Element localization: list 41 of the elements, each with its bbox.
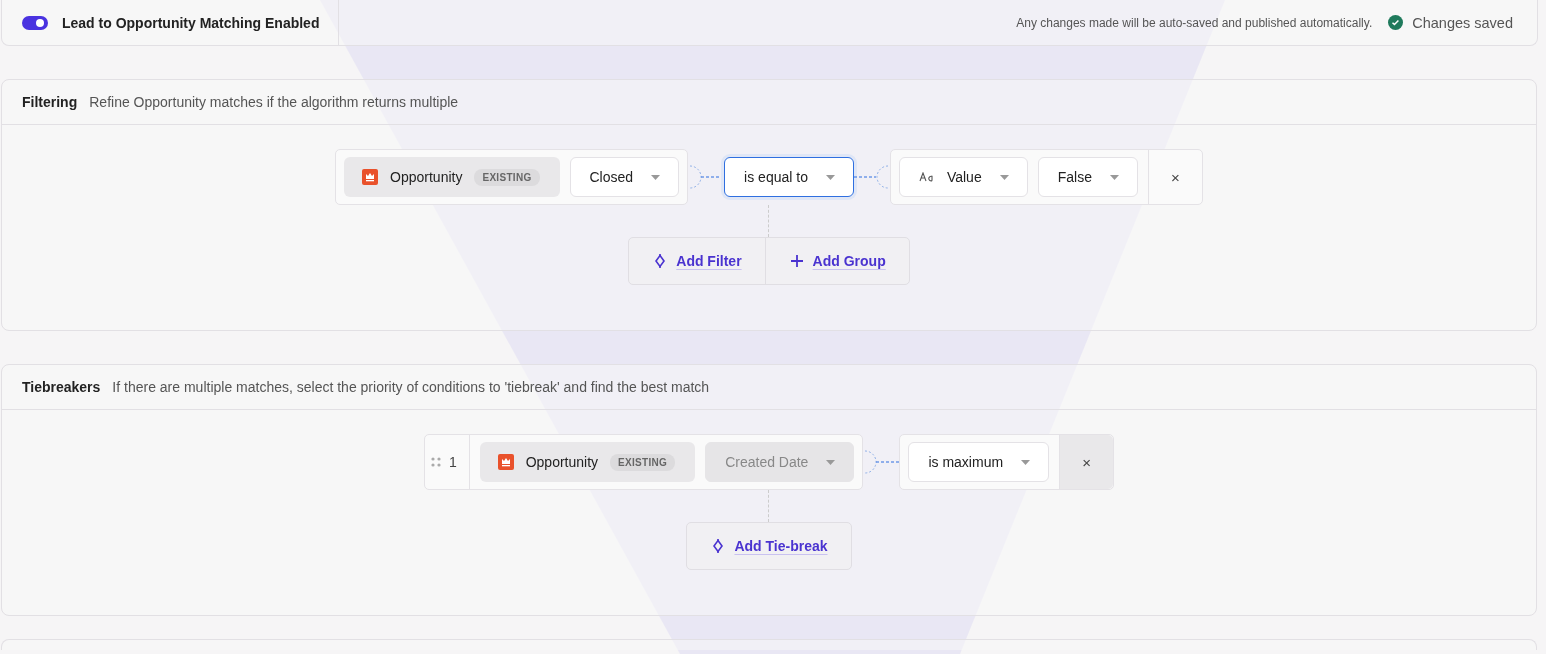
diamond-icon [711,539,726,553]
action-link[interactable]: Add Tie-break [687,523,851,569]
section-description: If there are multiple matches, select the priority of conditions to 'tiebreak' and find the best match [112,379,710,395]
caret-icon [1021,459,1031,465]
existing-badge: EXISTING [474,168,540,186]
remove-button[interactable]: × [1059,435,1114,489]
caret-icon [1109,174,1119,180]
operator-dropdown[interactable]: is equal to [724,157,854,197]
object-selector[interactable]: Opportunity EXISTING [344,157,560,197]
object-label: Opportunity [390,169,463,185]
connector-line [863,450,900,474]
toggle-label: Lead to Opportunity Matching Enabled [62,0,340,46]
text-type-icon [918,172,935,182]
save-status: Changes saved [1412,14,1513,31]
field-dropdown[interactable]: Closed [569,157,680,197]
connector-line [853,165,890,189]
section-description: Refine Opportunity matches if the algorithm returns multiple [89,94,459,110]
caret-icon [651,174,661,180]
crown-icon [362,169,379,185]
object-selector[interactable]: Opportunity EXISTING [479,442,696,482]
toggle-switch[interactable] [22,15,48,30]
operator-dropdown[interactable]: is maximum [908,442,1050,482]
remove-button[interactable]: × [1147,150,1202,204]
action-link[interactable]: Add Filter [629,238,765,284]
diamond-icon [653,254,668,268]
autosave-note: Any changes made will be auto-saved and published automatically. [1016,15,1373,30]
caret-icon [999,174,1009,180]
boolean-dropdown[interactable]: False [1037,157,1138,197]
drag-handle-icon [430,457,441,467]
existing-badge: EXISTING [610,453,676,471]
crown-icon [497,454,514,470]
object-label: Opportunity [525,454,599,470]
plus-icon [789,254,804,268]
section-title: Filtering [22,94,78,110]
caret-icon [826,459,836,465]
section-title: Tiebreakers [22,379,101,395]
rule-number: 1 [448,454,457,470]
value-type-dropdown[interactable]: Value [898,157,1028,197]
caret-icon [825,174,835,180]
action-link[interactable]: Add Group [764,238,909,284]
check-circle-icon [1388,15,1404,30]
